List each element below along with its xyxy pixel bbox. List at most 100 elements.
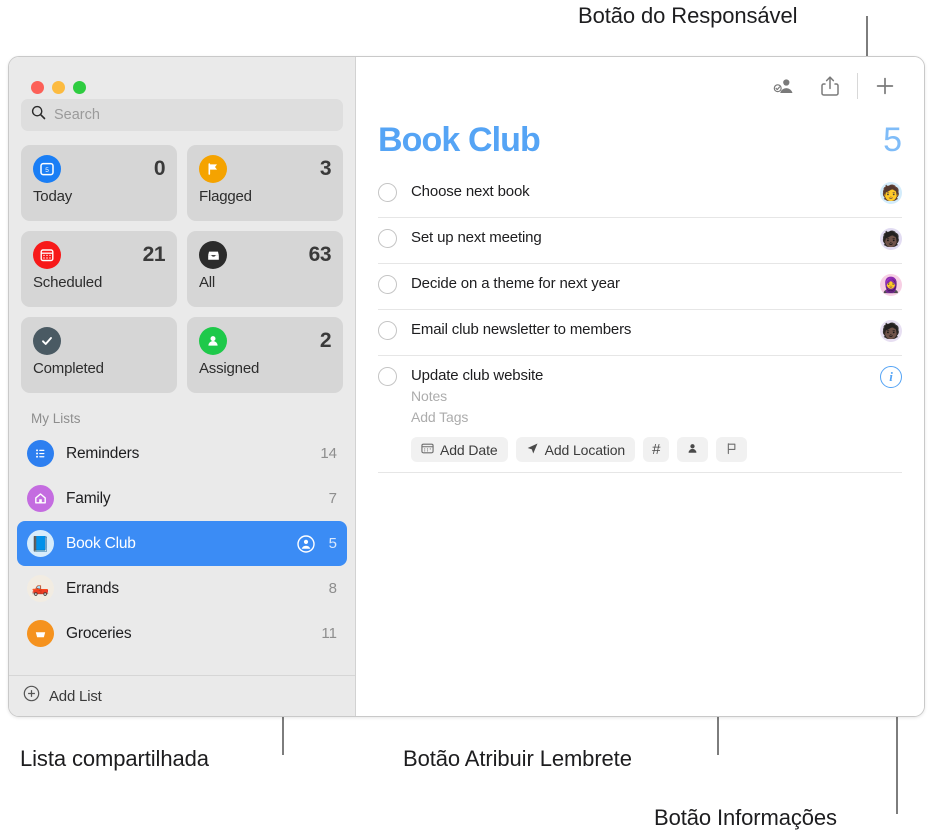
reminder-checkbox[interactable] (378, 275, 397, 294)
hash-icon: # (652, 441, 661, 458)
share-button[interactable] (807, 69, 853, 103)
smart-list-count: 2 (319, 329, 332, 352)
callout-info-button: Botão Informações (654, 805, 837, 830)
reminder-title: Set up next meeting (411, 229, 542, 246)
smart-list-label: Flagged (199, 188, 252, 205)
add-button[interactable] (862, 69, 908, 103)
smart-list-today[interactable]: 5 0 Today (21, 145, 177, 221)
smart-list-label: Completed (33, 360, 104, 377)
reminder-title: Decide on a theme for next year (411, 275, 620, 292)
callout-assignee-button: Botão do Responsável (578, 3, 798, 28)
smart-list-label: Assigned (199, 360, 260, 377)
calendar-icon (421, 442, 434, 458)
location-arrow-icon (526, 442, 539, 458)
book-glyph: 📘 (31, 535, 50, 553)
main-pane: Book Club 5 Choose next book 🧑 Set up ne… (356, 57, 924, 716)
avatar-glyph: 🧑🏿 (881, 322, 901, 340)
sidebar-item-count: 14 (320, 445, 337, 462)
avatar[interactable]: 🧑🏿 (880, 228, 902, 250)
reminder-checkbox[interactable] (378, 183, 397, 202)
assignee-button[interactable] (761, 69, 807, 103)
smart-list-assigned[interactable]: 2 Assigned (187, 317, 343, 393)
sidebar-item-label: Groceries (66, 624, 132, 642)
sidebar-item-count: 8 (328, 580, 337, 597)
sidebar-item-count: 11 (321, 625, 337, 642)
sidebar-item-label: Reminders (66, 444, 140, 462)
avatar[interactable]: 🧑 (880, 182, 902, 204)
sidebar-item-label: Book Club (66, 534, 136, 552)
avatar-glyph: 🧕 (881, 276, 901, 294)
info-glyph: i (889, 369, 893, 384)
smart-list-label: All (199, 274, 216, 291)
search-container: Search (9, 87, 355, 131)
smart-list-all[interactable]: 63 All (187, 231, 343, 307)
info-button[interactable]: i (880, 366, 902, 388)
tags-field[interactable]: Add Tags (411, 407, 872, 428)
search-input[interactable]: Search (21, 99, 343, 131)
reminder-checkbox[interactable] (378, 367, 397, 386)
list-header: Book Club 5 (356, 115, 924, 160)
smart-list-count: 63 (308, 243, 332, 266)
sidebar-item-groceries[interactable]: Groceries 11 (17, 611, 347, 656)
add-date-chip[interactable]: Add Date (411, 437, 508, 462)
smart-list-label: Today (33, 188, 73, 205)
add-list-label: Add List (49, 687, 102, 705)
sidebar: Search 5 0 Today 3 Flagged 21 Scheduled … (9, 57, 356, 716)
shared-list-icon (296, 534, 315, 553)
flag-outline-icon (725, 442, 738, 458)
avatar-glyph: 🧑🏿 (881, 230, 901, 248)
notes-field[interactable]: Notes (411, 386, 872, 407)
person-icon (686, 442, 699, 458)
calendar-icon (33, 241, 61, 269)
add-tag-chip[interactable]: # (643, 437, 670, 462)
toolbar (356, 57, 924, 115)
smart-list-flagged[interactable]: 3 Flagged (187, 145, 343, 221)
add-list-button[interactable]: Add List (9, 675, 355, 716)
reminder-row[interactable]: Choose next book 🧑 (356, 172, 924, 218)
list-item-count: 5 (883, 121, 902, 159)
avatar[interactable]: 🧑🏿 (880, 320, 902, 342)
smart-list-scheduled[interactable]: 21 Scheduled (21, 231, 177, 307)
reminder-row-expanded[interactable]: Update club website Notes Add Tags Add D… (356, 356, 924, 473)
sidebar-item-book-club[interactable]: 📘 Book Club 5 (17, 521, 347, 566)
callout-shared-list: Lista compartilhada (20, 746, 209, 771)
bullet-list-icon (27, 440, 54, 467)
reminder-row[interactable]: Set up next meeting 🧑🏿 (356, 218, 924, 264)
assign-reminder-chip[interactable] (677, 437, 709, 462)
inbox-icon (199, 241, 227, 269)
house-icon (27, 485, 54, 512)
page-title: Book Club (378, 121, 541, 159)
sidebar-item-reminders[interactable]: Reminders 14 (17, 431, 347, 476)
flag-chip[interactable] (716, 437, 748, 462)
reminder-title[interactable]: Update club website (411, 366, 872, 386)
reminder-checkbox[interactable] (378, 321, 397, 340)
sidebar-item-family[interactable]: Family 7 (17, 476, 347, 521)
smart-list-completed[interactable]: Completed (21, 317, 177, 393)
toolbar-divider (857, 73, 858, 99)
user-lists: Reminders 14 Family 7 📘 Book Club 5 🛻 Er… (9, 431, 355, 675)
screenshot-root: Botão do Responsável Lista compartilhada… (0, 0, 931, 838)
add-date-label: Add Date (440, 441, 498, 458)
sidebar-item-label: Family (66, 489, 111, 507)
sidebar-item-errands[interactable]: 🛻 Errands 8 (17, 566, 347, 611)
basket-icon (27, 620, 54, 647)
reminder-row[interactable]: Email club newsletter to members 🧑🏿 (356, 310, 924, 356)
add-location-chip[interactable]: Add Location (515, 437, 636, 462)
callout-assign-reminder: Botão Atribuir Lembrete (403, 746, 632, 771)
add-location-label: Add Location (544, 441, 626, 458)
reminder-action-chips: Add Date Add Location # (411, 437, 872, 462)
smart-list-label: Scheduled (33, 274, 103, 291)
avatar[interactable]: 🧕 (880, 274, 902, 296)
reminder-title: Choose next book (411, 183, 530, 200)
reminder-title: Email club newsletter to members (411, 321, 632, 338)
search-placeholder: Search (54, 107, 100, 123)
truck-icon: 🛻 (27, 575, 54, 602)
reminder-checkbox[interactable] (378, 229, 397, 248)
reminders-list: Choose next book 🧑 Set up next meeting 🧑… (356, 160, 924, 473)
reminder-row[interactable]: Decide on a theme for next year 🧕 (356, 264, 924, 310)
sidebar-item-count: 5 (328, 535, 337, 552)
plus-circle-icon (23, 685, 40, 707)
reminders-window: Search 5 0 Today 3 Flagged 21 Scheduled … (8, 56, 925, 717)
window-traffic-lights (9, 57, 355, 94)
my-lists-header: My Lists (31, 411, 81, 426)
